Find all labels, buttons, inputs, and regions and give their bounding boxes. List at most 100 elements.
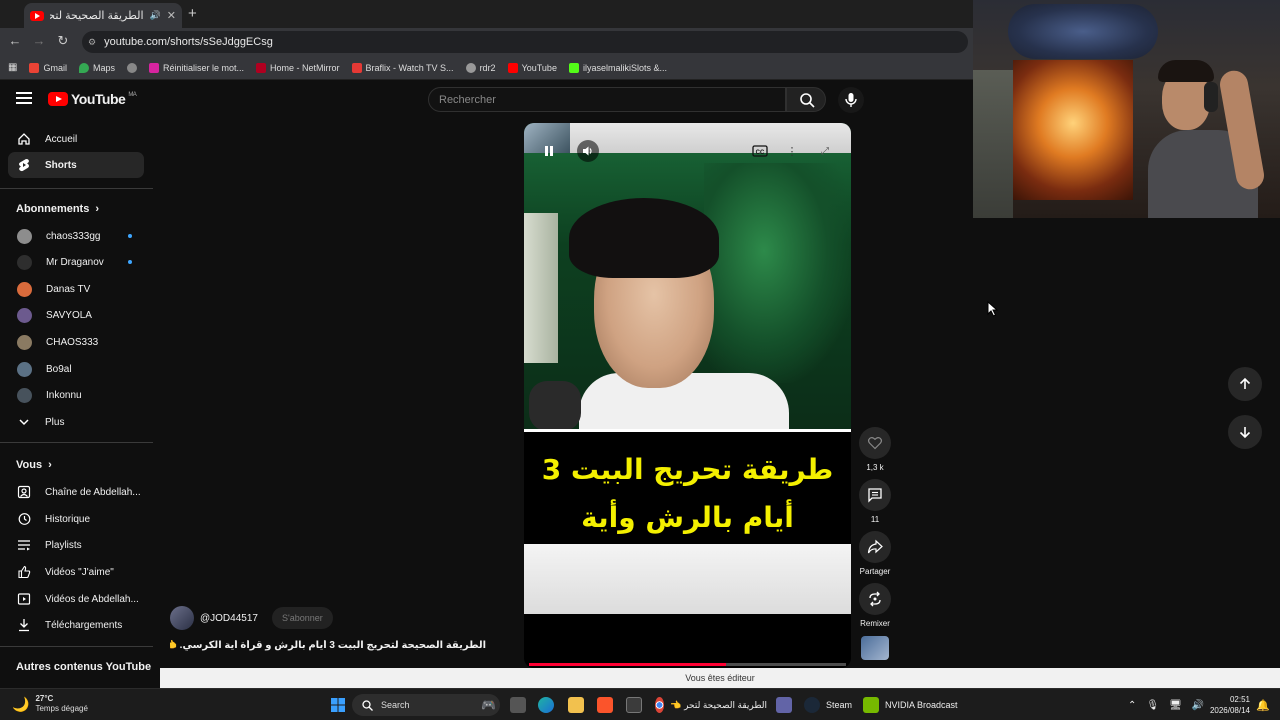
- youtube-logo[interactable]: YouTube MA: [48, 91, 137, 107]
- sidebar-item-history[interactable]: Historique: [8, 506, 144, 532]
- speaker-icon[interactable]: 🔊: [1192, 700, 1204, 711]
- new-content-dot: [128, 234, 132, 238]
- reload-icon[interactable]: ↻: [54, 33, 72, 49]
- sidebar-sub-item[interactable]: Danas TV: [8, 276, 144, 302]
- bookmark-slots[interactable]: ilyaselmalikiSlots &...: [568, 62, 667, 73]
- arrow-up-icon: [1239, 377, 1251, 389]
- menu-icon[interactable]: [16, 92, 32, 104]
- pause-icon[interactable]: [538, 140, 560, 162]
- teams-button[interactable]: [776, 695, 792, 715]
- svg-text:CC: CC: [756, 150, 765, 156]
- sidebar-sub-item[interactable]: Mr Draganov: [8, 249, 144, 275]
- brave-button[interactable]: [597, 695, 613, 715]
- browser-tab[interactable]: الطريقة الصحيحة لتحريج 👈 🔊 ✕: [24, 3, 182, 28]
- comments-button[interactable]: 11: [858, 479, 892, 524]
- weather-widget[interactable]: 🌙 27°C Temps dégagé: [12, 694, 88, 714]
- remix-audio-thumbnail[interactable]: [861, 636, 889, 660]
- notifications-button[interactable]: 🔔: [1256, 695, 1270, 715]
- sidebar-sub-item[interactable]: Bo9al: [8, 356, 144, 382]
- forward-icon[interactable]: →: [30, 33, 48, 48]
- chevron-up-icon[interactable]: ⌃: [1128, 700, 1136, 711]
- video-progress-fill: [529, 663, 726, 666]
- speaker-icon[interactable]: 🔊: [150, 10, 161, 21]
- remix-icon: [859, 583, 891, 615]
- next-short-button[interactable]: [1228, 415, 1262, 449]
- sidebar-item-more[interactable]: Plus: [8, 409, 144, 435]
- volume-icon[interactable]: [577, 140, 599, 162]
- new-tab-button[interactable]: +: [188, 5, 197, 22]
- sidebar-item-downloads[interactable]: Téléchargements: [8, 612, 144, 638]
- sidebar-item-home[interactable]: Accueil: [8, 126, 144, 152]
- video-icon: [17, 592, 31, 606]
- folder-icon: [568, 697, 584, 713]
- apps-grid-icon[interactable]: ▦: [8, 62, 17, 73]
- clock[interactable]: 02:51 2026/08/14: [1206, 694, 1250, 716]
- globe-icon: [126, 62, 137, 73]
- system-tray[interactable]: ⌃ 🎙 🖥 🔊: [1128, 695, 1204, 715]
- captions-icon[interactable]: CC: [749, 140, 771, 162]
- sidebar-item-shorts[interactable]: Shorts: [8, 152, 144, 178]
- site-info-icon[interactable]: ⚙: [88, 37, 96, 48]
- you-header[interactable]: Vous ›: [16, 459, 52, 471]
- short-title[interactable]: الطريقة الصحيحة لتحريج البيت 3 أيام بالر…: [170, 640, 486, 651]
- voice-search-button[interactable]: [838, 87, 864, 113]
- url-field[interactable]: ⚙ youtube.com/shorts/sSeJdggECsg: [82, 31, 968, 53]
- search-input[interactable]: Rechercher: [428, 87, 786, 112]
- bookmark-youtube[interactable]: YouTube: [507, 62, 557, 73]
- task-view-icon: [510, 697, 526, 713]
- chrome-taskbar-item[interactable]: الطريقة الصحيحة لتحر 👈: [655, 695, 767, 715]
- bookmarks-bar: ▦ Gmail Maps Réinitialiser le mot... Hom…: [0, 56, 973, 80]
- steam-taskbar-item[interactable]: Steam: [804, 695, 852, 715]
- history-icon: [17, 512, 31, 526]
- sidebar-item-your-videos[interactable]: Vidéos de Abdellah...: [8, 586, 144, 612]
- sidebar-sub-item[interactable]: CHAOS333: [8, 329, 144, 355]
- subscribe-button[interactable]: S'abonner: [271, 607, 333, 629]
- like-button[interactable]: 1,3 k: [858, 427, 892, 472]
- back-icon[interactable]: ←: [6, 33, 24, 48]
- start-button[interactable]: [330, 695, 346, 715]
- youtube-favicon-icon: [30, 10, 44, 21]
- windows-icon: [331, 698, 345, 712]
- bookmark-rdr2[interactable]: rdr2: [465, 62, 496, 73]
- search-button[interactable]: [786, 87, 826, 112]
- sidebar-item-channel[interactable]: Chaîne de Abdellah...: [8, 479, 144, 505]
- remix-button[interactable]: Remixer: [858, 583, 892, 628]
- address-bar-row: ← → ↻ ⚙ youtube.com/shorts/sSeJdggECsg: [0, 28, 973, 56]
- bookmark-maps[interactable]: Maps: [78, 62, 115, 73]
- bookmark-globe[interactable]: [126, 62, 137, 73]
- bookmark-instagram[interactable]: Réinitialiser le mot...: [148, 62, 244, 73]
- url-text: youtube.com/shorts/sSeJdggECsg: [104, 36, 273, 48]
- channel-avatar[interactable]: [170, 606, 194, 630]
- shorts-video-player[interactable]: CC ⋮ ⤢ طريقة تحريج البيت 3 أيام بالرش وأ…: [524, 123, 851, 668]
- sidebar-sub-item[interactable]: SAVYOLA: [8, 302, 144, 328]
- file-explorer-button[interactable]: [568, 695, 584, 715]
- mic-icon: [845, 93, 857, 107]
- share-button[interactable]: Partager: [858, 531, 892, 576]
- browser-tab-bar: الطريقة الصحيحة لتحريج 👈 🔊 ✕ +: [0, 0, 973, 28]
- more-options-icon[interactable]: ⋮: [781, 140, 803, 162]
- calculator-button[interactable]: [626, 695, 642, 715]
- fullscreen-icon[interactable]: ⤢: [814, 140, 836, 162]
- shelf-image: [973, 70, 1013, 218]
- mic-icon[interactable]: 🎙: [1146, 700, 1159, 711]
- subscriptions-header[interactable]: Abonnements ›: [16, 203, 99, 215]
- sidebar-item-liked[interactable]: Vidéos "J'aime": [8, 559, 144, 585]
- bookmark-braflix[interactable]: Braflix - Watch TV S...: [351, 62, 454, 73]
- task-view-button[interactable]: [510, 695, 526, 715]
- home-icon: [17, 132, 31, 146]
- bookmark-gmail[interactable]: Gmail: [29, 62, 67, 73]
- sidebar-sub-item[interactable]: Inkonnu: [8, 382, 144, 408]
- nvidia-taskbar-item[interactable]: NVIDIA Broadcast: [863, 695, 958, 715]
- taskbar-search[interactable]: Search 🎮: [352, 694, 500, 716]
- channel-handle[interactable]: @JOD44517: [200, 613, 258, 624]
- like-count: 1,3 k: [866, 463, 884, 472]
- close-tab-icon[interactable]: ✕: [167, 9, 176, 22]
- bookmark-netmirror[interactable]: Home - NetMirror: [256, 62, 340, 73]
- chrome-icon: [655, 697, 665, 713]
- network-icon[interactable]: 🖥: [1169, 700, 1182, 711]
- previous-short-button[interactable]: [1228, 367, 1262, 401]
- sidebar-item-playlists[interactable]: Playlists: [8, 532, 144, 558]
- edge-button[interactable]: [538, 695, 554, 715]
- sidebar-sub-item[interactable]: chaos333gg: [8, 223, 144, 249]
- new-content-dot: [128, 260, 132, 264]
